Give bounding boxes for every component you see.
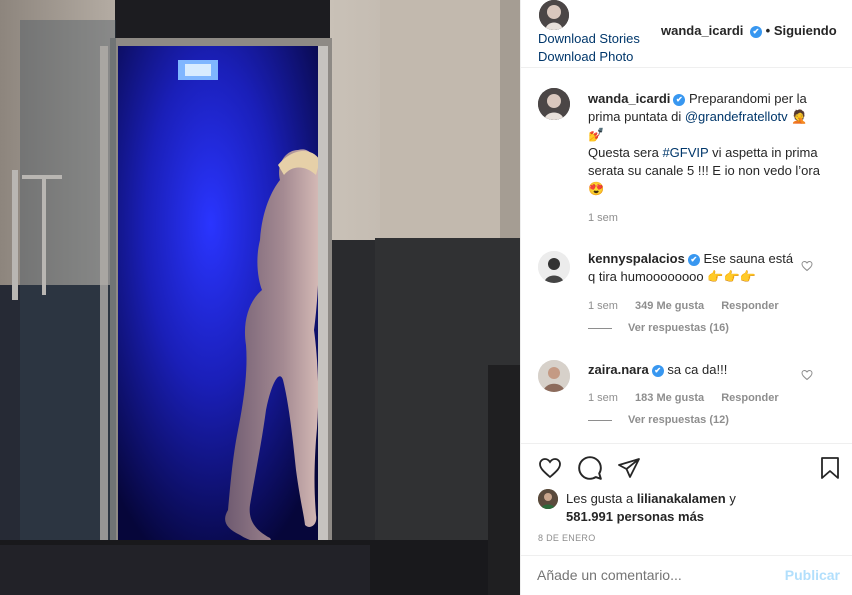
comment-username[interactable]: kennyspalacios xyxy=(588,251,685,266)
comment-body: sa ca da!!! xyxy=(667,362,728,377)
separator-dot: • xyxy=(765,23,771,38)
comment-text: zaira.nara ✔ sa ca da!!! xyxy=(588,361,803,379)
caption-text: wanda_icardi ✔ Preparandomi per la prima … xyxy=(588,90,826,198)
follow-status[interactable]: Siguiendo xyxy=(774,23,837,38)
avatar[interactable] xyxy=(538,251,570,283)
likes-count[interactable]: 581.991 personas más xyxy=(566,509,704,524)
reply-button[interactable]: Responder xyxy=(721,392,778,404)
post-date[interactable]: 8 DE ENERO xyxy=(538,533,596,543)
caption-line2a: Questa sera xyxy=(588,145,659,160)
comment-time[interactable]: 1 sem xyxy=(588,300,618,312)
comment-meta: 1 sem 183 Me gusta Responder xyxy=(588,392,779,404)
header-user-row: wanda_icardi ✔ • Siguiendo xyxy=(661,23,837,38)
verified-icon: ✔ xyxy=(651,365,664,377)
comment-text: kennyspalacios ✔ Ese sauna está q tira hu… xyxy=(588,250,803,286)
hashtag-link[interactable]: #GFVIP xyxy=(662,145,708,160)
download-photo-link[interactable]: Download Photo xyxy=(538,49,633,64)
add-comment-bar: Publicar xyxy=(521,556,852,595)
comment-icon[interactable] xyxy=(577,455,603,481)
verified-icon: ✔ xyxy=(750,26,762,38)
avatar[interactable] xyxy=(538,489,558,509)
comment: zaira.nara ✔ sa ca da!!! 1 sem 183 Me gus… xyxy=(538,360,838,432)
comment-time[interactable]: 1 sem xyxy=(588,392,618,404)
verified-icon: ✔ xyxy=(687,254,700,266)
action-bar xyxy=(521,444,852,490)
download-stories-link[interactable]: Download Stories xyxy=(538,31,640,46)
heart-icon[interactable] xyxy=(537,456,563,480)
caption-time[interactable]: 1 sem xyxy=(588,212,618,224)
view-replies-button[interactable]: Ver respuestas (12) xyxy=(588,414,729,426)
emoji: 😍 xyxy=(588,181,605,196)
comment-input[interactable] xyxy=(537,565,767,585)
view-replies-button[interactable]: Ver respuestas (16) xyxy=(588,322,729,334)
view-replies-label: Ver respuestas (12) xyxy=(628,414,729,426)
likes-mid: y xyxy=(729,491,736,506)
post-header: Download Stories Download Photo wanda_ic… xyxy=(521,0,852,68)
reply-divider xyxy=(588,327,612,329)
comment-likes[interactable]: 183 Me gusta xyxy=(635,392,704,404)
header-username[interactable]: wanda_icardi xyxy=(661,23,743,38)
reply-button[interactable]: Responder xyxy=(721,300,778,312)
verified-icon: ✔ xyxy=(673,94,686,106)
comment-username[interactable]: zaira.nara xyxy=(588,362,649,377)
publish-button[interactable]: Publicar xyxy=(785,567,840,583)
avatar[interactable] xyxy=(539,0,569,30)
mention-link[interactable]: @grandefratellotv xyxy=(685,109,788,124)
share-icon[interactable] xyxy=(617,456,641,480)
view-replies-label: Ver respuestas (16) xyxy=(628,322,729,334)
reply-divider xyxy=(588,419,612,421)
emoji: 👉👉👉 xyxy=(707,269,756,284)
bookmark-icon[interactable] xyxy=(819,456,841,480)
likes-user[interactable]: lilianakalamen xyxy=(637,491,726,506)
post-photo[interactable] xyxy=(0,0,520,595)
heart-icon[interactable] xyxy=(801,260,813,272)
avatar[interactable] xyxy=(538,88,570,120)
shower-photo-illustration xyxy=(0,0,520,595)
likes-text: Les gusta a lilianakalamen y 581.991 per… xyxy=(566,490,766,526)
likes-prefix: Les gusta a xyxy=(566,491,634,506)
avatar[interactable] xyxy=(538,360,570,392)
comment: kennyspalacios ✔ Ese sauna está q tira hu… xyxy=(538,250,838,340)
emoji: 💅 xyxy=(588,127,605,142)
post-side-panel: Download Stories Download Photo wanda_ic… xyxy=(520,0,852,595)
comment-likes[interactable]: 349 Me gusta xyxy=(635,300,704,312)
heart-icon[interactable] xyxy=(801,369,813,381)
emoji: 🤦 xyxy=(791,109,808,124)
comment-meta: 1 sem 349 Me gusta Responder xyxy=(588,300,779,312)
caption-username[interactable]: wanda_icardi xyxy=(588,91,670,106)
